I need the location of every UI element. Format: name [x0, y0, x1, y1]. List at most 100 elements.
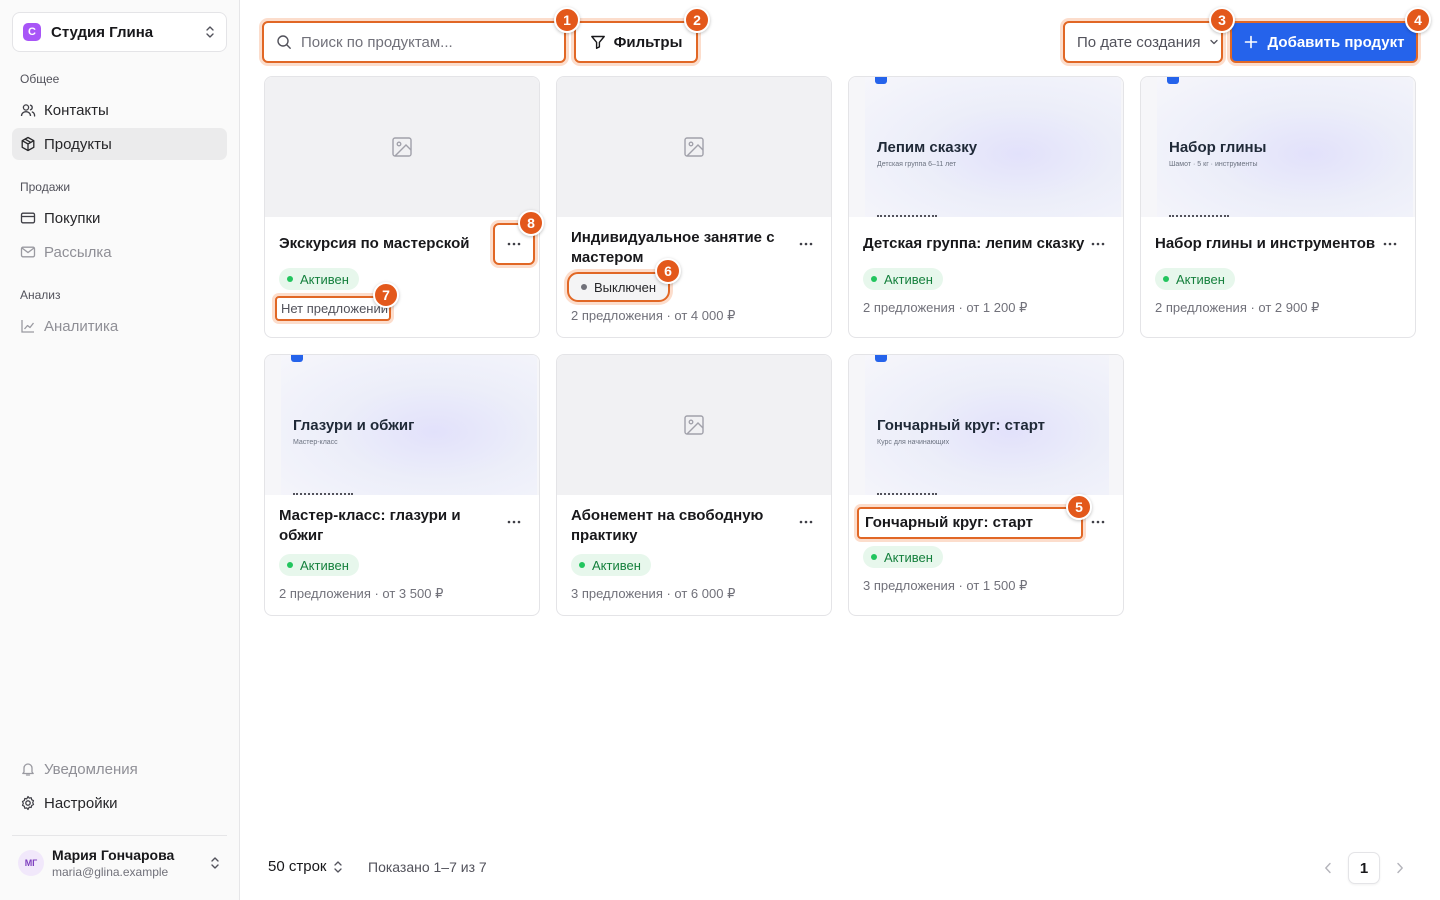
sidebar-item-purchases[interactable]: Покупки: [12, 202, 227, 234]
product-cover: Лепим сказку Детская группа 6–11 лет: [865, 77, 1121, 217]
chevron-left-icon: [1325, 862, 1331, 874]
product-thumbnail: Набор глины Шамот · 5 кг · инструменты: [1141, 77, 1415, 217]
more-actions-button[interactable]: [1085, 231, 1111, 257]
annotation-marker-4: 4: [1405, 7, 1431, 33]
product-meta: 2 предложения · от 4 000 ₽: [571, 308, 736, 323]
sidebar-item-label: Контакты: [44, 101, 109, 119]
search-icon: [277, 35, 291, 49]
more-actions-button[interactable]: [793, 509, 819, 535]
cover-subtitle: Шамот · 5 кг · инструменты: [1169, 161, 1258, 168]
next-page-button[interactable]: [1390, 858, 1410, 878]
sidebar-item-label: Покупки: [44, 209, 101, 227]
org-name: Студия Глина: [51, 23, 154, 41]
search-box[interactable]: [262, 21, 566, 63]
org-switcher[interactable]: С Студия Глина: [12, 12, 227, 52]
more-actions-button[interactable]: [793, 231, 819, 257]
avatar: МГ: [18, 849, 44, 876]
search-input[interactable]: [301, 33, 551, 51]
org-logo: С: [23, 23, 41, 41]
section-general-label: Общее: [20, 72, 60, 86]
product-cover: Глазури и обжиг Мастер-класс: [281, 355, 537, 495]
page-1-button[interactable]: 1: [1348, 852, 1380, 884]
user-email: maria@glina.example: [52, 864, 169, 879]
product-title[interactable]: Экскурсия по мастерской: [279, 234, 489, 254]
product-title[interactable]: Гончарный круг: старт: [857, 507, 1083, 539]
product-thumbnail: Глазури и обжиг Мастер-класс: [265, 355, 539, 495]
status-badge: Активен: [279, 268, 359, 290]
sort-label: По дате создания: [1077, 33, 1201, 51]
status-badge: Активен: [1155, 268, 1235, 290]
product-card[interactable]: Индивидуальное занятие с мастером Выключ…: [556, 76, 832, 338]
image-placeholder-icon: [684, 137, 704, 157]
product-thumbnail: [557, 77, 831, 217]
sidebar-item-notifications[interactable]: Уведомления: [12, 753, 227, 785]
sidebar-item-label: Продукты: [44, 135, 112, 153]
product-title[interactable]: Абонемент на свободную практику: [571, 506, 781, 546]
more-actions-button[interactable]: [501, 509, 527, 535]
annotation-marker-6: 6: [655, 258, 681, 284]
status-badge: Выключен: [567, 272, 671, 302]
product-meta: 2 предложения · от 2 900 ₽: [1155, 300, 1320, 315]
rows-per-page-select[interactable]: 50 строк: [268, 858, 343, 875]
results-count: Показано 1–7 из 7: [368, 859, 487, 875]
product-card[interactable]: Абонемент на свободную практику Активен …: [556, 354, 832, 616]
status-badge: Активен: [863, 546, 943, 568]
section-analysis-label: Анализ: [20, 288, 61, 302]
sidebar-item-contacts[interactable]: Контакты: [12, 94, 227, 126]
sidebar-item-label: Уведомления: [44, 760, 138, 778]
filters-button[interactable]: Фильтры: [574, 21, 698, 63]
more-horizontal-icon: [507, 520, 521, 524]
product-thumbnail: Гончарный круг: старт Курс для начинающи…: [849, 355, 1123, 495]
more-horizontal-icon: [507, 242, 521, 246]
cover-title: Лепим сказку: [877, 139, 978, 156]
product-meta: 3 предложения · от 1 500 ₽: [863, 578, 1028, 593]
sidebar-item-analytics[interactable]: Аналитика: [12, 310, 227, 342]
status-badge: Активен: [279, 554, 359, 576]
sidebar-item-products[interactable]: Продукты: [12, 128, 227, 160]
product-card[interactable]: Лепим сказку Детская группа 6–11 лет Дет…: [848, 76, 1124, 338]
bell-icon: [22, 763, 34, 776]
product-cover: Гончарный круг: старт Курс для начинающи…: [865, 355, 1109, 495]
rows-per-page-label: 50 строк: [268, 858, 327, 875]
status-badge: Активен: [571, 554, 651, 576]
credit-card-icon: [20, 212, 36, 224]
chevron-right-icon: [1397, 862, 1403, 874]
cover-subtitle: Мастер-класс: [293, 439, 338, 446]
cover-title: Гончарный круг: старт: [877, 417, 1046, 434]
chevron-up-down-icon: [206, 26, 214, 38]
product-meta: 2 предложения · от 1 200 ₽: [863, 300, 1028, 315]
more-actions-button[interactable]: [1377, 231, 1403, 257]
product-card[interactable]: Экскурсия по мастерской Активен Нет пред…: [264, 76, 540, 338]
filters-label: Фильтры: [613, 33, 683, 51]
users-icon: [20, 104, 36, 117]
more-horizontal-icon: [1091, 520, 1105, 524]
annotation-marker-1: 1: [554, 7, 580, 33]
product-meta: 3 предложения · от 6 000 ₽: [571, 586, 736, 601]
filter-icon: [590, 35, 605, 49]
sort-select[interactable]: По дате создания: [1063, 21, 1223, 63]
sidebar-item-mailing[interactable]: Рассылка: [12, 236, 227, 268]
product-cover: Набор глины Шамот · 5 кг · инструменты: [1157, 77, 1413, 217]
sidebar-item-label: Настройки: [44, 794, 118, 812]
product-title[interactable]: Набор глины и инструментов: [1155, 234, 1379, 254]
plus-icon: [1244, 35, 1257, 49]
product-title[interactable]: Мастер-класс: глазури и обжиг: [279, 506, 489, 546]
user-menu[interactable]: МГ Мария Гончарова maria@glina.example: [12, 835, 227, 889]
package-icon: [21, 136, 35, 152]
product-card[interactable]: Набор глины Шамот · 5 кг · инструменты Н…: [1140, 76, 1416, 338]
product-thumbnail: Лепим сказку Детская группа 6–11 лет: [849, 77, 1123, 217]
product-meta: 2 предложения · от 3 500 ₽: [279, 586, 444, 601]
product-title[interactable]: Детская группа: лепим сказку: [863, 234, 1087, 254]
sidebar: С Студия Глина Общее Контакты Продукты П…: [0, 0, 240, 900]
sidebar-item-label: Рассылка: [44, 243, 112, 261]
mail-icon: [20, 246, 36, 258]
annotation-marker-2: 2: [684, 7, 710, 33]
gear-icon: [21, 795, 35, 811]
cover-title: Глазури и обжиг: [293, 417, 415, 434]
image-placeholder-icon: [392, 137, 412, 157]
product-card[interactable]: Гончарный круг: старт Курс для начинающи…: [848, 354, 1124, 616]
sidebar-item-settings[interactable]: Настройки: [12, 787, 227, 819]
add-product-button[interactable]: Добавить продукт: [1230, 21, 1418, 63]
previous-page-button[interactable]: [1318, 858, 1338, 878]
product-card[interactable]: Глазури и обжиг Мастер-класс Мастер-клас…: [264, 354, 540, 616]
